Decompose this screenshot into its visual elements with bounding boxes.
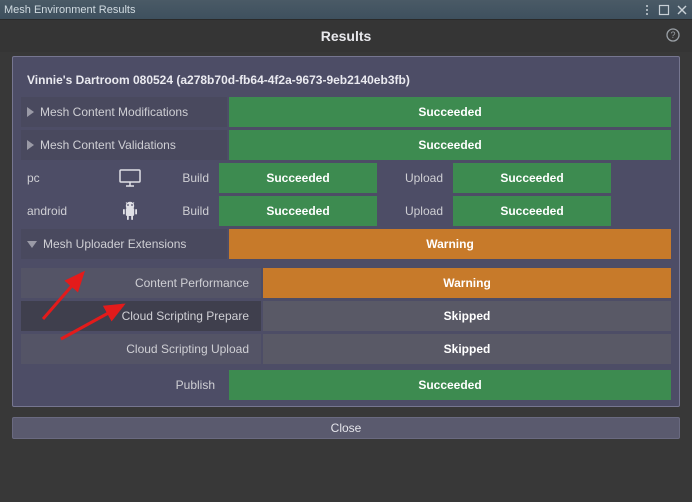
title-bar: Mesh Environment Results [0,0,692,20]
row-label: Mesh Content Validations [40,138,176,152]
row-mesh-uploader-extensions[interactable]: Mesh Uploader Extensions Warning [21,229,671,259]
chevron-down-icon [27,241,37,248]
platform-name: android [21,204,101,218]
ext-row-cloud-scripting-upload[interactable]: Cloud Scripting Upload Skipped [21,334,671,364]
status-badge: Succeeded [453,163,611,193]
row-label: Publish [21,378,227,392]
row-mesh-content-modifications[interactable]: Mesh Content Modifications Succeeded [21,97,671,127]
platform-row-pc: pc Build Succeeded Upload Succeeded [21,163,671,193]
android-icon [101,200,159,222]
status-badge: Skipped [263,301,671,331]
ext-row-cloud-scripting-prepare[interactable]: Cloud Scripting Prepare Skipped [21,301,671,331]
status-badge: Succeeded [219,163,377,193]
upload-label: Upload [393,204,453,218]
row-label: Cloud Scripting Upload [21,334,261,364]
close-icon[interactable] [676,4,688,16]
build-label: Build [159,171,219,185]
help-icon[interactable]: ? [666,28,680,45]
status-badge: Skipped [263,334,671,364]
platform-row-android: android Build Succeeded Upload Succeeded [21,196,671,226]
kebab-menu-icon[interactable] [642,4,652,16]
status-badge: Succeeded [219,196,377,226]
status-badge: Succeeded [453,196,611,226]
platform-name: pc [21,171,101,185]
row-mesh-content-validations[interactable]: Mesh Content Validations Succeeded [21,130,671,160]
status-badge: Succeeded [229,97,671,127]
chevron-right-icon [27,140,34,150]
maximize-icon[interactable] [658,4,670,16]
status-badge: Warning [229,229,671,259]
row-label: Content Performance [21,268,261,298]
chevron-right-icon [27,107,34,117]
ext-row-content-performance[interactable]: Content Performance Warning [21,268,671,298]
close-button[interactable]: Close [12,417,680,439]
project-title: Vinnie's Dartroom 080524 (a278b70d-fb64-… [21,65,671,97]
row-label: Cloud Scripting Prepare [21,301,261,331]
results-header: Results ? [0,20,692,52]
row-label: Mesh Content Modifications [40,105,188,119]
row-publish: Publish Succeeded [21,370,671,400]
close-label: Close [331,421,362,435]
results-panel: Vinnie's Dartroom 080524 (a278b70d-fb64-… [12,56,680,407]
window-title: Mesh Environment Results [4,4,135,16]
row-label: Mesh Uploader Extensions [43,237,186,251]
monitor-icon [101,168,159,188]
status-badge: Succeeded [229,370,671,400]
build-label: Build [159,204,219,218]
status-badge: Warning [263,268,671,298]
status-badge: Succeeded [229,130,671,160]
page-title: Results [321,28,372,44]
svg-text:?: ? [670,30,675,40]
upload-label: Upload [393,171,453,185]
